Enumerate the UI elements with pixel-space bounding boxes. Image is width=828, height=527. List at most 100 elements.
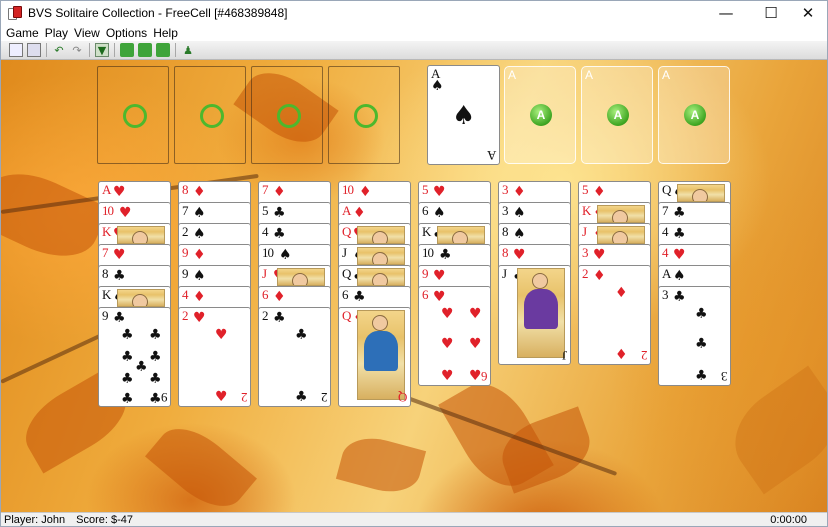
menu-play[interactable]: Play — [45, 26, 68, 40]
foundation-label: A — [508, 68, 517, 82]
playing-card[interactable]: 2 ♦ ♦ ♦ 2 — [578, 265, 651, 365]
club-icon: ♣ — [295, 327, 308, 343]
card-rank: 10 — [342, 182, 354, 197]
card-rank: A — [102, 182, 111, 197]
card-rank: K — [102, 224, 111, 239]
background-leaf — [145, 414, 257, 512]
card-rank: 9 — [160, 390, 168, 405]
maximize-button[interactable]: ☐ — [751, 1, 791, 25]
free-cell[interactable] — [328, 66, 400, 164]
card-rank: 7 — [102, 245, 108, 260]
club-icon: ♣ — [353, 289, 366, 305]
player-name: Player: John — [4, 514, 66, 526]
score: Score: $-47 — [76, 514, 134, 526]
diamond-icon: ♦ — [193, 247, 206, 263]
window-title: BVS Solitaire Collection - FreeCell [#46… — [28, 6, 288, 20]
club-icon: ♣ — [121, 391, 134, 407]
foundation-label: A — [585, 68, 594, 82]
card-rank: J — [561, 348, 567, 363]
playing-card[interactable]: 3 ♣ ♣ ♣ ♣ 3 — [658, 286, 731, 386]
club-icon: ♣ — [149, 349, 162, 365]
club-icon: ♣ — [295, 389, 308, 405]
app-icon — [8, 6, 22, 20]
card-rank: 8 — [502, 224, 508, 239]
menu-view[interactable]: View — [74, 26, 100, 40]
playing-card[interactable]: 2 ♥ ♥ ♥ 2 — [178, 307, 251, 407]
redo-icon[interactable]: ↷ — [70, 43, 84, 57]
heart-icon: ♥ — [469, 336, 482, 352]
diamond-icon: ♦ — [513, 184, 526, 200]
heart-icon: ♥ — [593, 247, 606, 263]
card-rank: K — [102, 287, 111, 302]
court-figure-icon — [277, 268, 325, 286]
game-table[interactable]: A ♠ ♠ A AA AA AA A♥10♥K♥7♥8♣K♠9♣♣♣♣♣♣♣♣♣… — [1, 60, 827, 512]
undo-icon[interactable]: ↶ — [52, 43, 66, 57]
card-rank: 10 — [102, 203, 114, 218]
club-icon: ♣ — [673, 205, 686, 221]
status-bar: Player: John Score: $-47 0:00:00 — [1, 512, 827, 526]
card-rank: 6 — [342, 287, 348, 302]
foundation-slot[interactable]: AA — [504, 66, 576, 164]
card-rank: Q — [662, 182, 671, 197]
menu-game[interactable]: Game — [6, 26, 39, 40]
heart-icon: ♥ — [215, 327, 228, 343]
menu-options[interactable]: Options — [106, 26, 147, 40]
court-figure-icon — [357, 310, 405, 400]
title-bar: BVS Solitaire Collection - FreeCell [#46… — [1, 1, 827, 25]
playing-card[interactable]: Q♦Q — [338, 307, 411, 407]
heart-icon: ♥ — [433, 184, 446, 200]
playing-card[interactable]: 2 ♣ ♣ ♣ 2 — [258, 307, 331, 407]
court-figure-icon — [357, 268, 405, 286]
deal-icon[interactable]: ▼ — [95, 43, 109, 57]
player-icon[interactable]: ♟ — [181, 43, 195, 57]
card-rank: Q — [342, 266, 351, 281]
menu-bar: Game Play View Options Help — [1, 25, 827, 41]
spade-icon: ♠ — [431, 78, 444, 94]
autoplay-icon[interactable] — [138, 43, 152, 57]
playing-card[interactable]: J♣J — [498, 265, 571, 365]
card-rank: A — [662, 266, 671, 281]
free-cell[interactable] — [251, 66, 323, 164]
heart-icon: ♥ — [113, 247, 126, 263]
menu-help[interactable]: Help — [153, 26, 178, 40]
card-rank: 9 — [182, 266, 188, 281]
card-rank: 2 — [582, 266, 588, 281]
help-icon[interactable] — [156, 43, 170, 57]
club-icon: ♣ — [273, 310, 286, 326]
card-rank: 9 — [182, 245, 188, 260]
free-cell[interactable] — [97, 66, 169, 164]
card-rank: 9 — [422, 266, 428, 281]
diamond-icon: ♦ — [615, 347, 628, 363]
card-rank: 8 — [102, 266, 108, 281]
club-icon: ♣ — [113, 310, 126, 326]
club-icon: ♣ — [673, 289, 686, 305]
free-cell[interactable] — [174, 66, 246, 164]
card-rank: 10 — [422, 245, 434, 260]
playing-card[interactable]: 9 ♣ ♣ ♣ ♣ ♣ ♣ ♣ ♣ ♣ ♣ 9 — [98, 307, 171, 407]
close-button[interactable]: ✕ — [788, 1, 827, 25]
minimize-button[interactable]: — — [706, 1, 746, 25]
playing-card[interactable]: 6 ♥ ♥ ♥ ♥ ♥ ♥ ♥ 6 — [418, 286, 491, 386]
club-icon: ♣ — [149, 327, 162, 343]
club-icon: ♣ — [695, 368, 708, 384]
new-game-icon[interactable] — [9, 43, 23, 57]
card-rank: 2 — [182, 308, 188, 323]
spade-icon: ♠ — [433, 205, 446, 221]
card-rank: 7 — [182, 203, 188, 218]
card-rank: 7 — [662, 203, 668, 218]
statistics-icon[interactable] — [27, 43, 41, 57]
court-figure-icon — [117, 226, 165, 244]
club-icon: ♣ — [673, 226, 686, 242]
foundation-slot[interactable]: AA — [658, 66, 730, 164]
spade-icon: ♠ — [513, 226, 526, 242]
free-cell-ring-icon — [200, 104, 224, 128]
foundation-slot[interactable]: AA — [581, 66, 653, 164]
card-rank: A — [342, 203, 351, 218]
foundation-spades[interactable]: A ♠ ♠ A — [427, 65, 500, 165]
diamond-icon: ♦ — [593, 184, 606, 200]
ace-gem-icon: A — [530, 104, 552, 126]
card-rank: Q — [342, 224, 351, 239]
spade-icon: ♠ — [673, 268, 686, 284]
hint-icon[interactable] — [120, 43, 134, 57]
club-icon: ♣ — [135, 359, 148, 375]
